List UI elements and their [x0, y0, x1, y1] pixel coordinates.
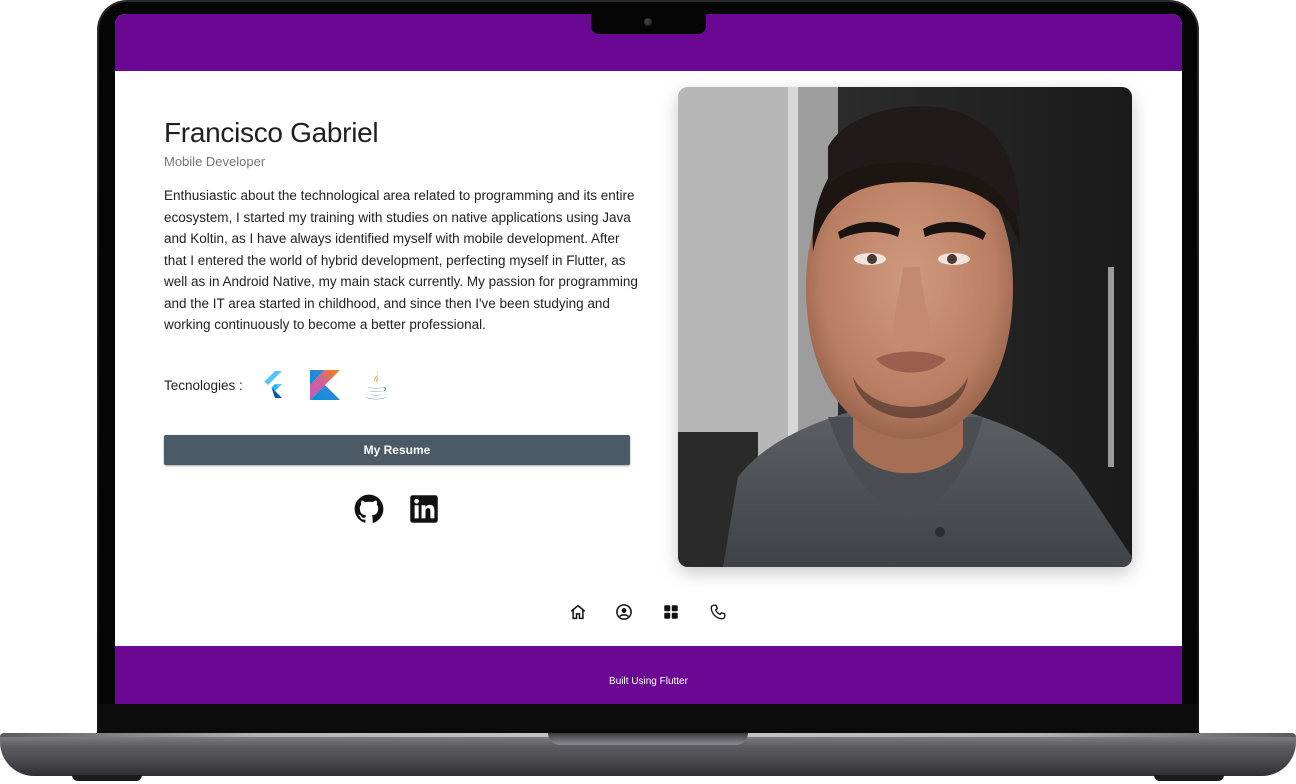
- grid-icon[interactable]: [662, 603, 680, 621]
- laptop-foot-right: [1154, 775, 1224, 781]
- laptop-mockup: Francisco Gabriel Mobile Developer Enthu…: [0, 0, 1296, 784]
- home-icon[interactable]: [569, 603, 587, 621]
- footer: Built Using Flutter: [115, 646, 1182, 704]
- flutter-icon: [258, 368, 292, 402]
- profile-name: Francisco Gabriel: [164, 117, 379, 148]
- profile-bio: Enthusiastic about the technological are…: [164, 188, 638, 332]
- phone-icon[interactable]: [709, 603, 727, 621]
- technologies-label: Tecnologies :: [164, 378, 243, 393]
- footer-text: Built Using Flutter: [609, 676, 688, 687]
- profile-photo: [678, 87, 1132, 567]
- laptop-opening-lip: [548, 733, 748, 745]
- camera-icon: [644, 18, 652, 26]
- kotlin-icon: [308, 368, 342, 402]
- laptop-screen: Francisco Gabriel Mobile Developer Enthu…: [115, 14, 1182, 704]
- resume-button[interactable]: My Resume: [164, 435, 630, 465]
- github-icon[interactable]: [354, 494, 384, 524]
- laptop-chin: [99, 704, 1197, 734]
- java-icon: [359, 368, 393, 402]
- account-circle-icon[interactable]: [615, 603, 633, 621]
- camera-notch: [591, 14, 706, 34]
- linkedin-icon[interactable]: [409, 494, 439, 524]
- profile-role: Mobile Developer: [164, 154, 266, 169]
- laptop-foot-left: [72, 775, 142, 781]
